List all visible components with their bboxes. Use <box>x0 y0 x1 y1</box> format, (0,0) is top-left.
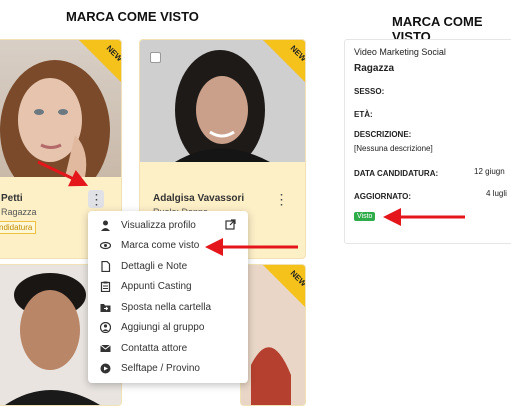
new-ribbon: NEW <box>79 40 121 82</box>
person-icon <box>100 220 111 231</box>
menu-item-label: Selftape / Provino <box>121 363 200 375</box>
select-checkbox[interactable] <box>150 52 161 63</box>
project-name: Video Marketing Social <box>354 47 446 57</box>
menu-item-aggiungi-gruppo[interactable]: Aggiungi al gruppo <box>88 318 248 339</box>
group-icon <box>100 322 111 334</box>
new-ribbon: NEW <box>263 40 305 82</box>
menu-item-contatta-attore[interactable]: Contatta attore <box>88 338 248 359</box>
data-candidatura-label: DATA CANDIDATURA: <box>354 169 439 178</box>
eye-icon <box>100 240 111 251</box>
menu-item-label: Appunti Casting <box>121 281 192 293</box>
menu-item-marca-come-visto[interactable]: Marca come visto <box>88 236 248 257</box>
sesso-label: SESSO: <box>354 87 385 96</box>
descrizione-value: [Nessuna descrizione] <box>354 144 433 153</box>
aggiornato-value: 4 lugli <box>486 189 507 198</box>
document-icon <box>100 260 111 272</box>
menu-item-dettagli-note[interactable]: Dettagli e Note <box>88 256 248 277</box>
menu-item-label: Contatta attore <box>121 342 188 354</box>
aggiornato-label: AGGIORNATO: <box>354 192 412 201</box>
role-name: Ragazza <box>354 63 395 74</box>
candidate-name: Adalgisa Vavassori <box>153 193 245 204</box>
heading-left: MARCA COME VISTO <box>66 9 199 24</box>
menu-item-label: Marca come visto <box>121 240 200 252</box>
menu-item-label: Sposta nella cartella <box>121 301 212 313</box>
menu-item-sposta-cartella[interactable]: Sposta nella cartella <box>88 297 248 318</box>
descrizione-label: DESCRIZIONE: <box>354 130 412 139</box>
envelope-icon <box>100 343 111 354</box>
menu-item-label: Aggiungi al gruppo <box>121 322 205 334</box>
menu-item-label: Visualizza profilo <box>121 219 196 231</box>
card-context-menu: Visualizza profilo Marca come visto Dett… <box>88 211 248 383</box>
candidate-name: Petti <box>1 193 23 204</box>
data-candidatura-value: 12 giugn <box>474 167 505 176</box>
menu-item-label: Dettagli e Note <box>121 260 188 272</box>
candidate-card[interactable]: NEW <box>240 264 306 406</box>
menu-item-visualizza-profilo[interactable]: Visualizza profilo <box>88 215 248 236</box>
menu-item-appunti-casting[interactable]: Appunti Casting <box>88 277 248 298</box>
video-camera-icon <box>100 363 111 374</box>
folder-move-icon <box>100 302 111 313</box>
more-menu-button[interactable]: ⋮ <box>273 190 289 208</box>
external-link-icon <box>225 219 236 233</box>
eta-label: ETÀ: <box>354 110 373 119</box>
clipboard-icon <box>100 281 111 293</box>
candidatura-badge: ndidatura <box>0 221 37 234</box>
more-menu-button[interactable]: ⋮ <box>88 190 104 208</box>
visto-badge: Visto <box>354 212 376 221</box>
new-ribbon: NEW <box>263 265 305 307</box>
candidate-role: Ragazza <box>1 207 37 217</box>
menu-item-selftape-provino[interactable]: Selftape / Provino <box>88 359 248 380</box>
